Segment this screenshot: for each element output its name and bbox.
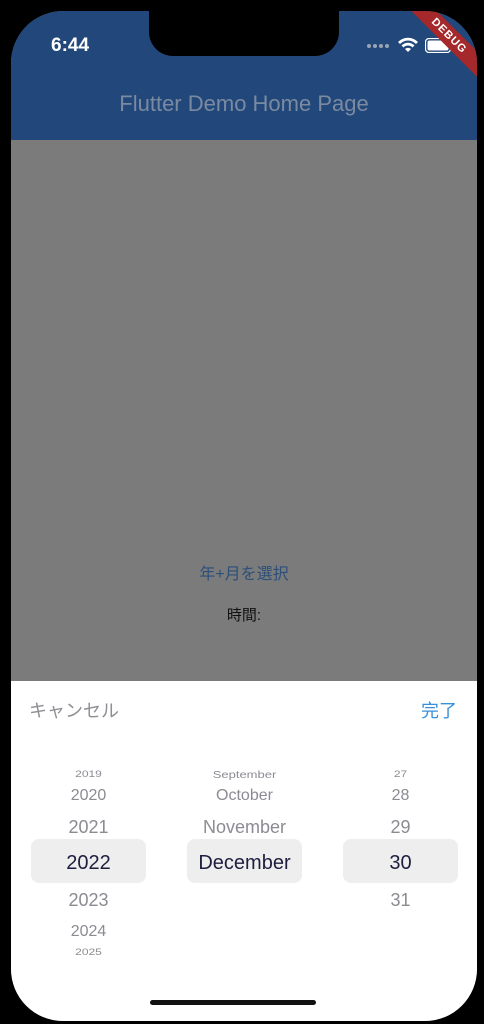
day-item[interactable]: 31: [343, 890, 458, 911]
month-item[interactable]: September: [187, 769, 302, 780]
month-item[interactable]: November: [187, 817, 302, 838]
day-wheel[interactable]: 27 28 29 30 31: [343, 759, 458, 969]
month-item[interactable]: October: [187, 787, 302, 805]
time-label: 時間:: [226, 607, 262, 624]
year-item[interactable]: 2020: [31, 787, 146, 805]
year-wheel[interactable]: 2019 2020 2021 2022 2023 2024 2025: [31, 759, 146, 969]
day-item[interactable]: 27: [343, 769, 458, 780]
screen: 6:44 DEBUG Flutter Demo Home Page 年+月を選択…: [11, 11, 477, 1021]
day-item[interactable]: 29: [343, 817, 458, 838]
home-content: 年+月を選択 時間:: [11, 140, 477, 681]
year-item[interactable]: 2024: [31, 923, 146, 941]
home-indicator[interactable]: [150, 1000, 316, 1005]
date-picker-sheet: キャンセル 完了 2019 2020 2021 2022 2023 2024 2…: [11, 681, 477, 1021]
year-item[interactable]: 2025: [31, 947, 146, 958]
phone-frame: 6:44 DEBUG Flutter Demo Home Page 年+月を選択…: [0, 0, 484, 1024]
year-item[interactable]: 2023: [31, 890, 146, 911]
select-year-month-button[interactable]: 年+月を選択: [11, 560, 477, 584]
day-item[interactable]: 28: [343, 787, 458, 805]
signal-icon: [367, 44, 391, 48]
month-item-selected[interactable]: December: [187, 852, 302, 875]
status-time: 6:44: [51, 35, 90, 56]
year-item[interactable]: 2021: [31, 817, 146, 838]
year-item[interactable]: 2019: [31, 769, 146, 780]
day-item-selected[interactable]: 30: [343, 852, 458, 875]
notch: [149, 11, 339, 56]
wifi-icon: [398, 37, 418, 52]
cancel-button[interactable]: キャンセル: [29, 697, 119, 723]
month-wheel[interactable]: September October November December: [187, 759, 302, 969]
page-title: Flutter Demo Home Page: [119, 91, 369, 116]
year-item-selected[interactable]: 2022: [31, 852, 146, 875]
done-button[interactable]: 完了: [421, 697, 457, 723]
